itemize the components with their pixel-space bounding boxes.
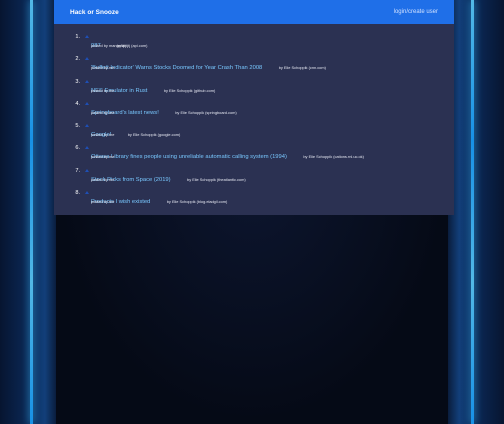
story-author: by Elie Schoppik (cnn.com): [278, 65, 326, 71]
story-posted-by: posted by me: [91, 199, 115, 205]
story-posted-by: posted by me: [91, 132, 115, 138]
story-list: 1. 987 by tjtjtjtj (api.com) posted by m…: [54, 24, 454, 212]
upvote-icon[interactable]: [85, 79, 89, 83]
story-item: 8. Products I wish existed by Elie Schop…: [54, 190, 454, 212]
story-item: 7. Stock Picks from Space (2019) by Elie…: [54, 168, 454, 190]
story-author: by Elie Schoppik (google.com): [127, 132, 181, 138]
story-posted-by: posted by mangofan: [91, 43, 127, 48]
story-title-link[interactable]: 'Buffett Indicator' Warns Stocks Doomed …: [91, 65, 262, 71]
story-posted-by: posted by me: [91, 109, 115, 115]
upvote-icon[interactable]: [85, 168, 89, 172]
story-rank: 8.: [75, 190, 80, 197]
login-link[interactable]: login/create user: [394, 9, 438, 15]
story-rank: 5.: [75, 123, 80, 130]
story-title-link[interactable]: Ottawa Library fines people using unreli…: [91, 154, 287, 160]
story-author: by Elie Schoppik (blog.eladgil.com): [166, 199, 228, 205]
story-container: Hack or Snooze login/create user 1. 987 …: [54, 0, 454, 215]
upvote-icon[interactable]: [85, 57, 89, 61]
upvote-icon[interactable]: [85, 124, 89, 128]
upvote-icon[interactable]: [85, 35, 89, 38]
story-author: by Elie Schoppik (github.com): [163, 87, 216, 93]
story-rank: 2.: [75, 56, 80, 63]
upvote-icon[interactable]: [85, 191, 89, 195]
story-item: 2. 'Buffett Indicator' Warns Stocks Doom…: [54, 56, 454, 78]
story-item: 5. Google! by Elie Schoppik (google.com)…: [54, 123, 454, 145]
brand-link[interactable]: Hack or Snooze: [70, 9, 119, 16]
story-rank: 3.: [75, 78, 80, 85]
story-item: 1. 987 by tjtjtjtj (api.com) posted by m…: [54, 34, 454, 56]
upvote-icon[interactable]: [85, 101, 89, 105]
story-rank: 4.: [75, 100, 80, 107]
glow-trace-left: [30, 0, 33, 424]
story-author: by Elie Schoppik (cations.rnl.uc.ok): [303, 154, 364, 160]
story-posted-by: posted by me: [91, 176, 115, 182]
story-author: by Elie Schoppik (springboard.com): [175, 109, 237, 115]
circuit-panel-left: [0, 0, 56, 424]
navbar: Hack or Snooze login/create user: [54, 0, 454, 24]
story-posted-by: posted by me: [91, 87, 115, 93]
story-author: by Elie Schoppik (theatlantic.com): [187, 176, 246, 182]
story-posted-by: posted by me: [91, 154, 115, 160]
circuit-panel-right: [448, 0, 504, 424]
upvote-icon[interactable]: [85, 146, 89, 150]
story-posted-by: posted by me: [91, 65, 115, 71]
story-item: 4. Springboard's latest news! by Elie Sc…: [54, 101, 454, 123]
story-rank: 7.: [75, 167, 80, 174]
story-rank: 6.: [75, 145, 80, 152]
glow-trace-right: [471, 0, 474, 424]
story-item: 6. Ottawa Library fines people using unr…: [54, 145, 454, 167]
story-item: 3. NES Emulator in Rust by Elie Schoppik…: [54, 79, 454, 101]
story-rank: 1.: [75, 34, 80, 40]
